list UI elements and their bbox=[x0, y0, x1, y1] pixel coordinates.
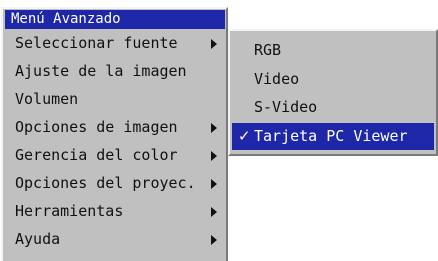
menu-item-label: Herramientas bbox=[15, 202, 124, 220]
menu-item-label: Opciones del proyec. bbox=[15, 174, 196, 192]
menu-item-image-adjust[interactable]: Ajuste de la imagen bbox=[7, 58, 225, 84]
advanced-menu: Menú Avanzado Seleccionar fuente Ajuste … bbox=[1, 7, 228, 261]
source-option-pc-card-viewer[interactable]: ✓ Tarjeta PC Viewer bbox=[232, 123, 434, 150]
submenu-arrow-icon bbox=[211, 39, 217, 49]
source-option-label: RGB bbox=[254, 41, 282, 59]
menu-item-tools[interactable]: Herramientas bbox=[7, 198, 225, 224]
menu-item-image-options[interactable]: Opciones de imagen bbox=[7, 114, 225, 140]
checkmark-icon: ✓ bbox=[238, 127, 251, 145]
submenu-arrow-icon bbox=[211, 151, 217, 161]
submenu-arrow-icon bbox=[211, 235, 217, 245]
source-option-label: S-Video bbox=[254, 98, 318, 116]
menu-item-help[interactable]: Ayuda bbox=[7, 226, 225, 252]
source-option-s-video[interactable]: S-Video bbox=[232, 94, 434, 121]
submenu-arrow-icon bbox=[211, 179, 217, 189]
menu-item-select-source[interactable]: Seleccionar fuente bbox=[7, 30, 225, 56]
menu-item-label: Opciones de imagen bbox=[15, 118, 178, 136]
menu-item-color-management[interactable]: Gerencia del color bbox=[7, 142, 225, 168]
menu-item-label: Seleccionar fuente bbox=[15, 34, 178, 52]
source-option-rgb[interactable]: RGB bbox=[232, 37, 434, 64]
menu-item-label: Volumen bbox=[15, 90, 79, 108]
menu-item-volume[interactable]: Volumen bbox=[7, 86, 225, 112]
source-option-label: Tarjeta PC Viewer bbox=[254, 127, 408, 145]
menu-item-label: Ajuste de la imagen bbox=[15, 62, 187, 80]
source-submenu: RGB Video S-Video ✓ Tarjeta PC Viewer bbox=[228, 29, 438, 156]
submenu-arrow-icon bbox=[211, 207, 217, 217]
menu-item-label: Ayuda bbox=[15, 230, 61, 248]
menu-title: Menú Avanzado bbox=[5, 10, 225, 29]
menu-item-label: Gerencia del color bbox=[15, 146, 178, 164]
source-option-label: Video bbox=[254, 70, 300, 88]
submenu-arrow-icon bbox=[211, 123, 217, 133]
source-option-video[interactable]: Video bbox=[232, 66, 434, 93]
menu-item-projector-options[interactable]: Opciones del proyec. bbox=[7, 170, 225, 196]
